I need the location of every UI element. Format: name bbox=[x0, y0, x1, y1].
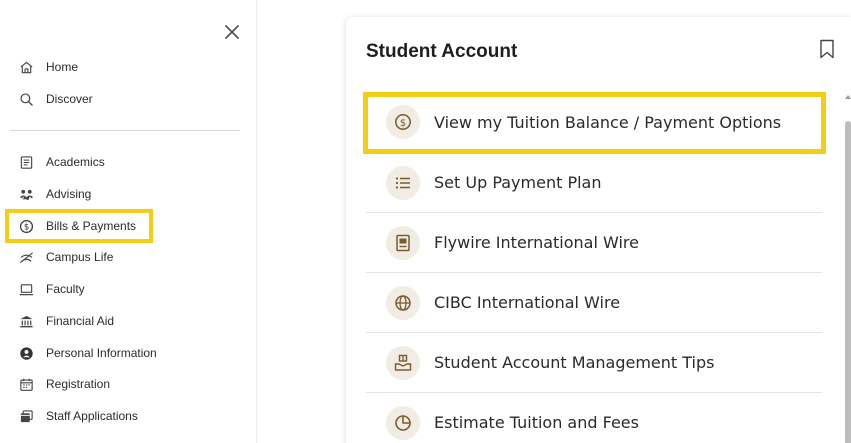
dollar-circle-icon: $ bbox=[386, 105, 420, 139]
sidebar-item-label: Home bbox=[46, 60, 79, 74]
sidebar-item-faculty[interactable]: Faculty bbox=[18, 278, 85, 300]
windows-icon bbox=[18, 408, 34, 424]
calendar-icon bbox=[18, 376, 34, 392]
svg-text:$: $ bbox=[400, 118, 406, 129]
sidebar-item-label: Campus Life bbox=[46, 250, 114, 264]
scrollbar[interactable] bbox=[844, 89, 851, 443]
link-label: View my Tuition Balance / Payment Option… bbox=[434, 112, 782, 132]
sidebar-item-label: Academics bbox=[46, 155, 105, 169]
sidebar-item-label: Advising bbox=[46, 187, 92, 201]
sidebar-item-label: Personal Information bbox=[46, 346, 157, 360]
sidebar-divider bbox=[10, 130, 240, 131]
sidebar-item-advising[interactable]: Advising bbox=[18, 183, 91, 205]
laptop-icon bbox=[18, 281, 34, 297]
sidebar-item-label: Faculty bbox=[46, 282, 85, 296]
estimate-tuition-link[interactable]: Estimate Tuition and Fees bbox=[366, 392, 822, 443]
home-icon bbox=[18, 59, 34, 75]
svg-text:$: $ bbox=[23, 221, 28, 231]
student-account-panel: Student Account $ View my Tuition Balanc… bbox=[346, 17, 851, 443]
pie-chart-icon bbox=[386, 405, 420, 440]
sidebar-item-bills-payments[interactable]: $ Bills & Payments bbox=[18, 215, 136, 237]
sidebar-item-label: Discover bbox=[46, 92, 93, 106]
link-label: Student Account Management Tips bbox=[434, 353, 715, 372]
advising-icon bbox=[18, 186, 34, 202]
flywire-link[interactable]: Flywire International Wire bbox=[366, 212, 822, 272]
dollar-circle-icon: $ bbox=[18, 218, 34, 234]
scrollbar-thumb[interactable] bbox=[845, 121, 851, 443]
sidebar-item-registration[interactable]: Registration bbox=[18, 373, 110, 395]
sidebar-item-discover[interactable]: Discover bbox=[18, 88, 93, 110]
person-circle-icon bbox=[18, 345, 34, 361]
link-label: Flywire International Wire bbox=[434, 233, 639, 252]
link-label: Estimate Tuition and Fees bbox=[434, 413, 639, 432]
tuition-balance-link[interactable]: $ View my Tuition Balance / Payment Opti… bbox=[366, 92, 822, 152]
bank-icon bbox=[18, 313, 34, 329]
notes-icon bbox=[18, 154, 34, 170]
management-tips-link[interactable]: Student Account Management Tips bbox=[366, 332, 822, 392]
sidebar-item-personal-information[interactable]: Personal Information bbox=[18, 342, 157, 364]
sidebar-item-financial-aid[interactable]: Financial Aid bbox=[18, 310, 114, 332]
globe-icon bbox=[386, 285, 420, 320]
search-icon bbox=[18, 91, 34, 107]
sidebar-item-campus-life[interactable]: Campus Life bbox=[18, 246, 113, 268]
sidebar-item-label: Staff Applications bbox=[46, 409, 138, 423]
panel-title: Student Account bbox=[366, 41, 518, 62]
close-icon[interactable] bbox=[222, 22, 242, 42]
sidebar-item-academics[interactable]: Academics bbox=[18, 151, 105, 173]
sidebar-item-label: Bills & Payments bbox=[46, 219, 137, 233]
sidebar: Home Discover Academics Advising $ Bills… bbox=[0, 0, 257, 443]
cibc-link[interactable]: CIBC International Wire bbox=[366, 272, 822, 332]
sidebar-item-label: Registration bbox=[46, 377, 111, 391]
payment-plan-link[interactable]: Set Up Payment Plan bbox=[366, 152, 822, 212]
sidebar-item-label: Financial Aid bbox=[46, 314, 115, 328]
hand-gift-icon bbox=[386, 345, 420, 380]
link-label: Set Up Payment Plan bbox=[434, 173, 602, 192]
sidebar-item-home[interactable]: Home bbox=[18, 56, 78, 78]
campus-life-icon bbox=[18, 249, 34, 265]
link-label: CIBC International Wire bbox=[434, 293, 621, 312]
document-icon bbox=[386, 225, 420, 260]
scroll-up-arrow-icon[interactable] bbox=[844, 89, 851, 99]
bookmark-icon[interactable] bbox=[819, 39, 835, 59]
list-icon bbox=[386, 165, 420, 200]
sidebar-item-staff-applications[interactable]: Staff Applications bbox=[18, 405, 138, 427]
